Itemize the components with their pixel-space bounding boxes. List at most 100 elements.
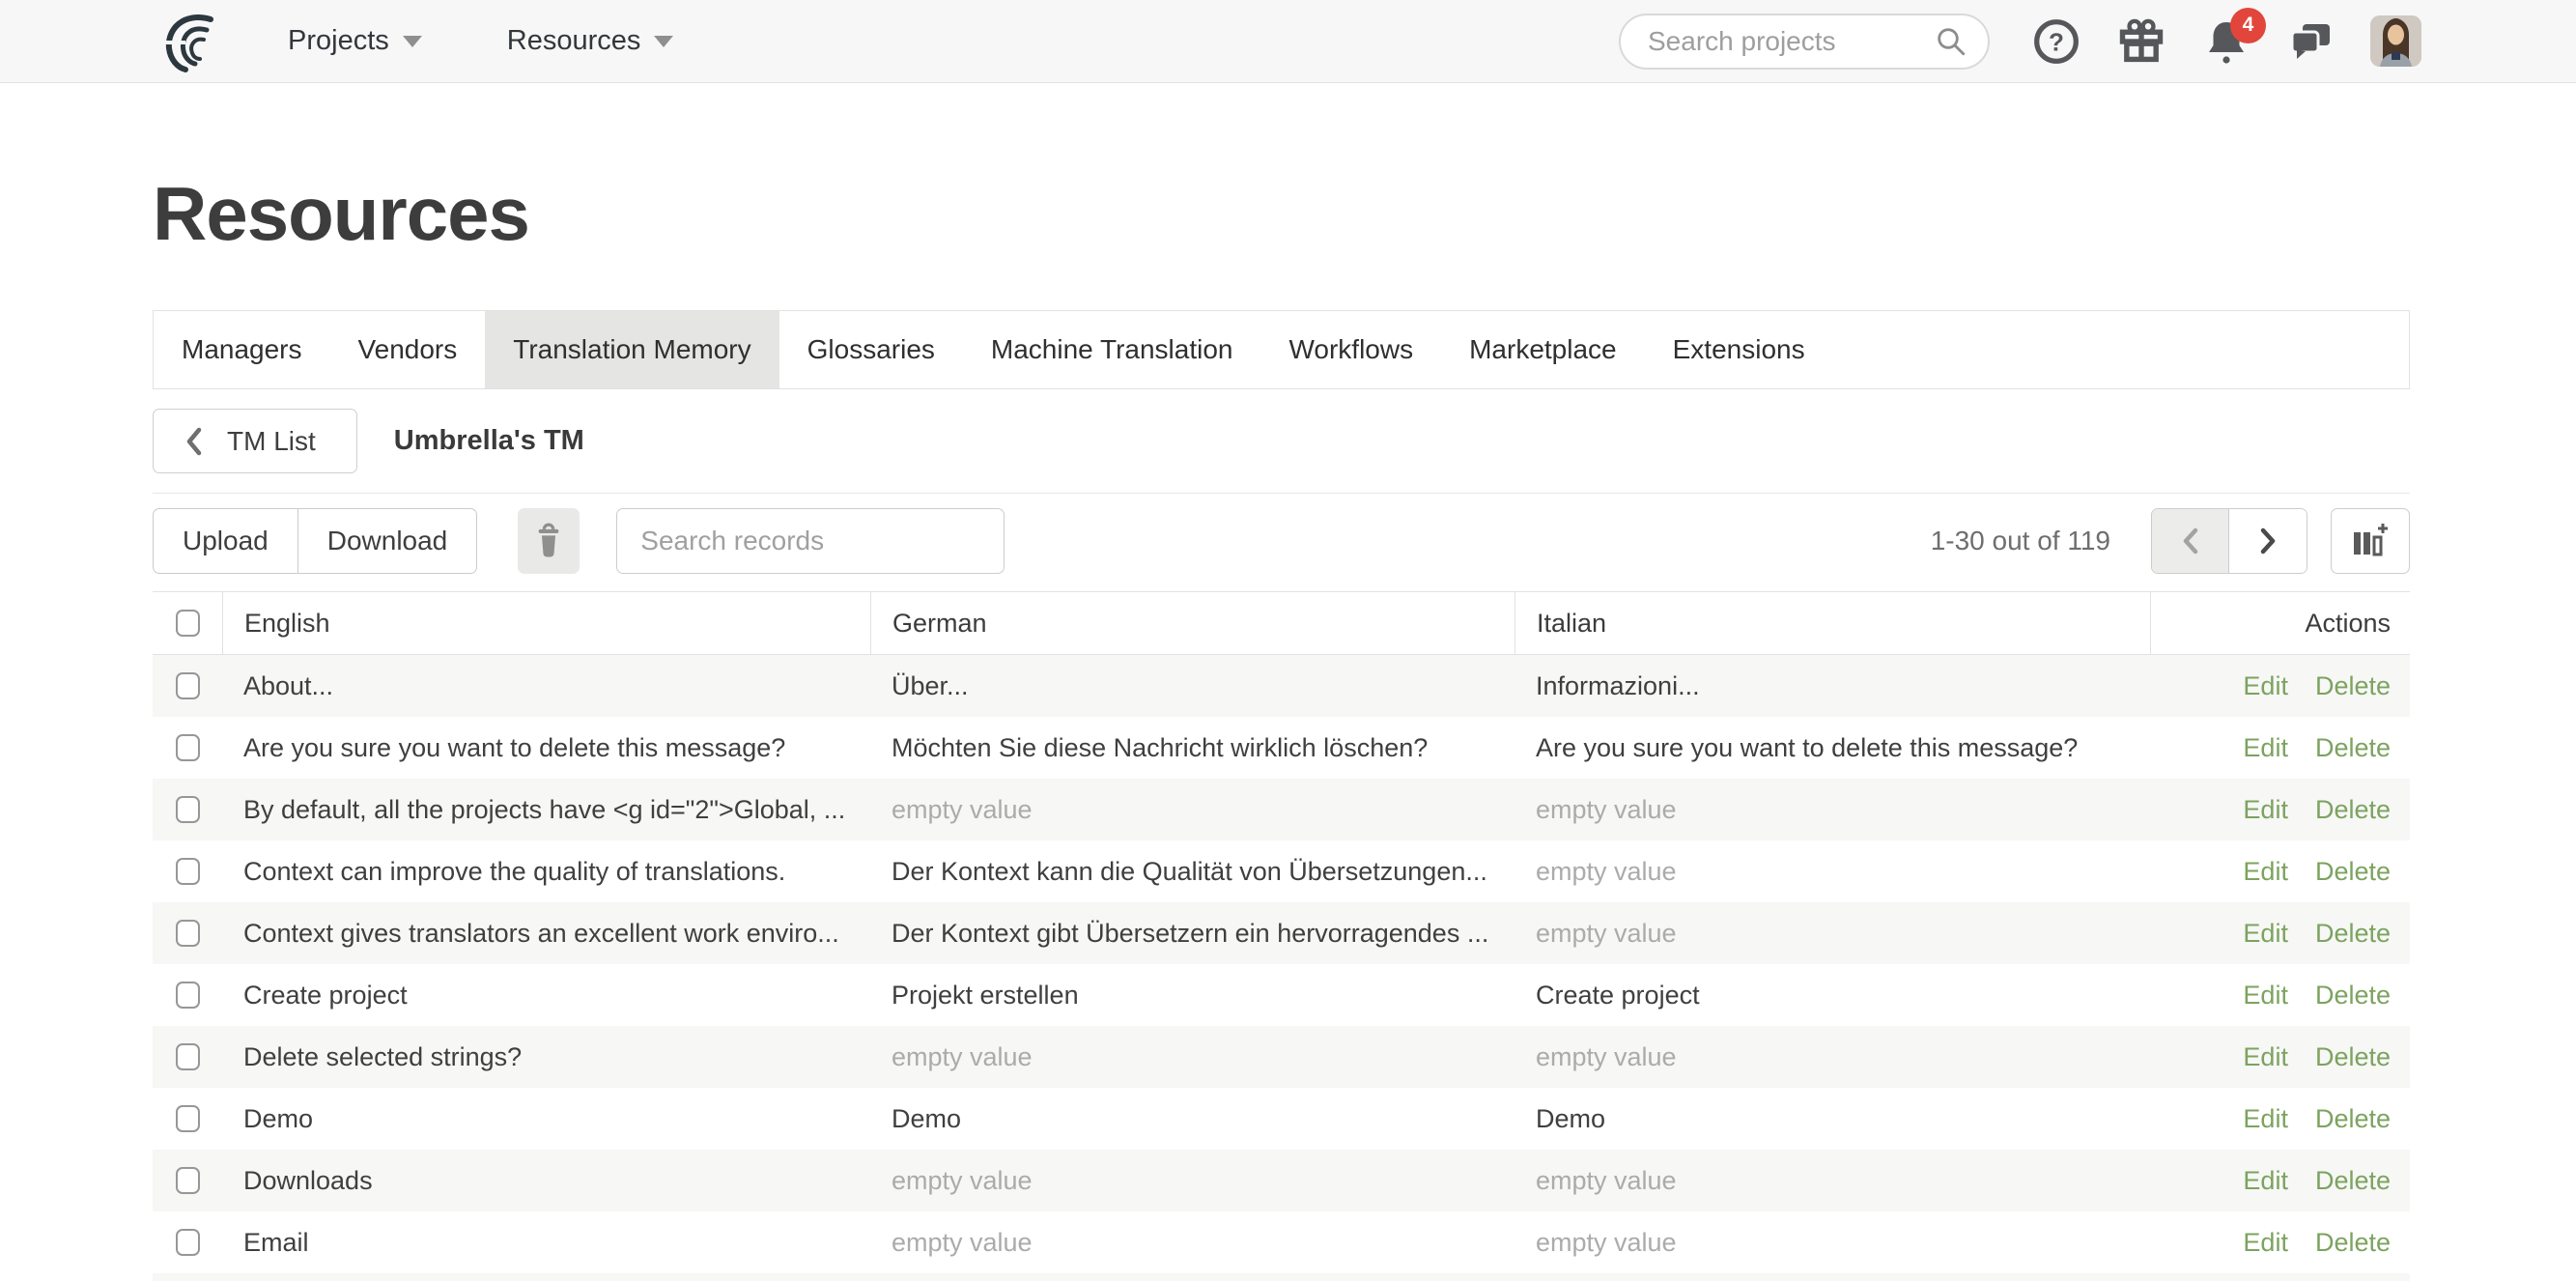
projects-search-input[interactable] — [1648, 26, 1934, 57]
pager — [2151, 508, 2307, 574]
row-checkbox[interactable] — [176, 1229, 200, 1256]
cell-english: Are you sure you want to delete this mes… — [222, 733, 870, 763]
edit-link[interactable]: Edit — [2243, 1228, 2288, 1258]
select-all-checkbox[interactable] — [176, 610, 200, 637]
edit-link[interactable]: Edit — [2243, 733, 2288, 763]
tab-marketplace[interactable]: Marketplace — [1441, 311, 1645, 388]
table-row-partial — [153, 1273, 2410, 1281]
tab-vendors[interactable]: Vendors — [330, 311, 486, 388]
tab-managers[interactable]: Managers — [154, 311, 330, 388]
cell-german: Über... — [870, 671, 1514, 701]
cell-german: Demo — [870, 1104, 1514, 1134]
edit-link[interactable]: Edit — [2243, 1166, 2288, 1196]
row-checkbox[interactable] — [176, 1105, 200, 1132]
page: Projects Resources ? — [0, 0, 2576, 1281]
table-row: About... Über... Informazioni... Edit De… — [153, 655, 2410, 717]
records-search-input[interactable] — [616, 508, 1005, 574]
page-title: Resources — [153, 170, 2410, 258]
edit-link[interactable]: Edit — [2243, 919, 2288, 949]
columns-button[interactable] — [2331, 508, 2410, 574]
back-button-label: TM List — [227, 426, 316, 457]
topbar-icons: ? 4 — [2030, 15, 2421, 68]
messages-button[interactable] — [2285, 15, 2337, 68]
delete-link[interactable]: Delete — [2315, 733, 2391, 763]
table-body: About... Über... Informazioni... Edit De… — [153, 655, 2410, 1273]
edit-link[interactable]: Edit — [2243, 1042, 2288, 1072]
tab-translation-memory[interactable]: Translation Memory — [485, 311, 778, 388]
help-icon: ? — [2032, 17, 2081, 66]
delete-selected-button[interactable] — [518, 508, 580, 574]
prev-page-button[interactable] — [2152, 509, 2229, 573]
gifts-button[interactable] — [2115, 15, 2167, 68]
nav-menu-resources[interactable]: Resources — [507, 25, 674, 57]
chat-icon — [2287, 18, 2335, 65]
next-page-button[interactable] — [2229, 509, 2307, 573]
upload-button[interactable]: Upload — [153, 508, 298, 574]
edit-link[interactable]: Edit — [2243, 981, 2288, 1011]
table-row: Delete selected strings? empty value emp… — [153, 1026, 2410, 1088]
tab-extensions[interactable]: Extensions — [1645, 311, 1833, 388]
table-row: Demo Demo Demo Edit Delete — [153, 1088, 2410, 1150]
row-checkbox[interactable] — [176, 920, 200, 947]
cell-english: Delete selected strings? — [222, 1042, 870, 1072]
avatar-image — [2370, 15, 2421, 67]
tm-table: English German Italian Actions About... … — [153, 591, 2410, 1281]
projects-search — [1619, 14, 1990, 70]
cell-english: By default, all the projects have <g id=… — [222, 795, 870, 825]
tab-machine-translation[interactable]: Machine Translation — [963, 311, 1261, 388]
nav-menu-projects[interactable]: Projects — [288, 25, 422, 57]
tab-workflows[interactable]: Workflows — [1260, 311, 1441, 388]
edit-link[interactable]: Edit — [2243, 795, 2288, 825]
upload-download-group: Upload Download — [153, 508, 477, 574]
row-checkbox[interactable] — [176, 982, 200, 1009]
toolbar-right: 1-30 out of 119 — [1931, 508, 2410, 574]
notification-badge: 4 — [2230, 8, 2266, 43]
cell-english: Context gives translators an excellent w… — [222, 919, 870, 949]
edit-link[interactable]: Edit — [2243, 671, 2288, 701]
tab-glossaries[interactable]: Glossaries — [779, 311, 963, 388]
breadcrumb-current: Umbrella's TM — [394, 425, 584, 457]
delete-link[interactable]: Delete — [2315, 1104, 2391, 1134]
table-row: Are you sure you want to delete this mes… — [153, 717, 2410, 779]
delete-link[interactable]: Delete — [2315, 1042, 2391, 1072]
caret-down-icon — [403, 36, 422, 47]
help-button[interactable]: ? — [2030, 15, 2082, 68]
delete-link[interactable]: Delete — [2315, 671, 2391, 701]
row-checkbox[interactable] — [176, 858, 200, 885]
trash-icon — [534, 523, 563, 559]
edit-link[interactable]: Edit — [2243, 1104, 2288, 1134]
delete-link[interactable]: Delete — [2315, 1166, 2391, 1196]
cell-german: Möchten Sie diese Nachricht wirklich lös… — [870, 733, 1514, 763]
delete-link[interactable]: Delete — [2315, 795, 2391, 825]
edit-link[interactable]: Edit — [2243, 857, 2288, 887]
column-header-italian: Italian — [1514, 592, 2150, 654]
back-to-tm-list-button[interactable]: TM List — [153, 409, 357, 473]
row-checkbox[interactable] — [176, 796, 200, 823]
delete-link[interactable]: Delete — [2315, 981, 2391, 1011]
delete-link[interactable]: Delete — [2315, 857, 2391, 887]
cell-german: Projekt erstellen — [870, 981, 1514, 1011]
delete-link[interactable]: Delete — [2315, 1228, 2391, 1258]
tm-toolbar: Upload Download 1-30 out of 119 — [153, 508, 2410, 574]
cell-german: empty value — [870, 1228, 1514, 1258]
download-button[interactable]: Download — [298, 508, 478, 574]
row-checkbox[interactable] — [176, 1043, 200, 1070]
cell-italian: Demo — [1514, 1104, 2150, 1134]
notifications-button[interactable]: 4 — [2200, 15, 2252, 68]
nav-resources-label: Resources — [507, 25, 641, 57]
crowdin-logo[interactable] — [158, 11, 220, 72]
cell-italian: empty value — [1514, 919, 2150, 949]
row-checkbox[interactable] — [176, 734, 200, 761]
cell-italian: Informazioni... — [1514, 671, 2150, 701]
breadcrumb: TM List Umbrella's TM — [153, 409, 2410, 494]
nav-projects-label: Projects — [288, 25, 389, 57]
delete-link[interactable]: Delete — [2315, 919, 2391, 949]
row-checkbox[interactable] — [176, 1167, 200, 1194]
gift-icon — [2116, 16, 2166, 67]
cell-italian: Create project — [1514, 981, 2150, 1011]
logo-swirl-icon — [158, 11, 220, 72]
search-icon[interactable] — [1934, 24, 1968, 59]
user-avatar[interactable] — [2370, 15, 2421, 67]
table-row: Email empty value empty value Edit Delet… — [153, 1211, 2410, 1273]
row-checkbox[interactable] — [176, 672, 200, 699]
